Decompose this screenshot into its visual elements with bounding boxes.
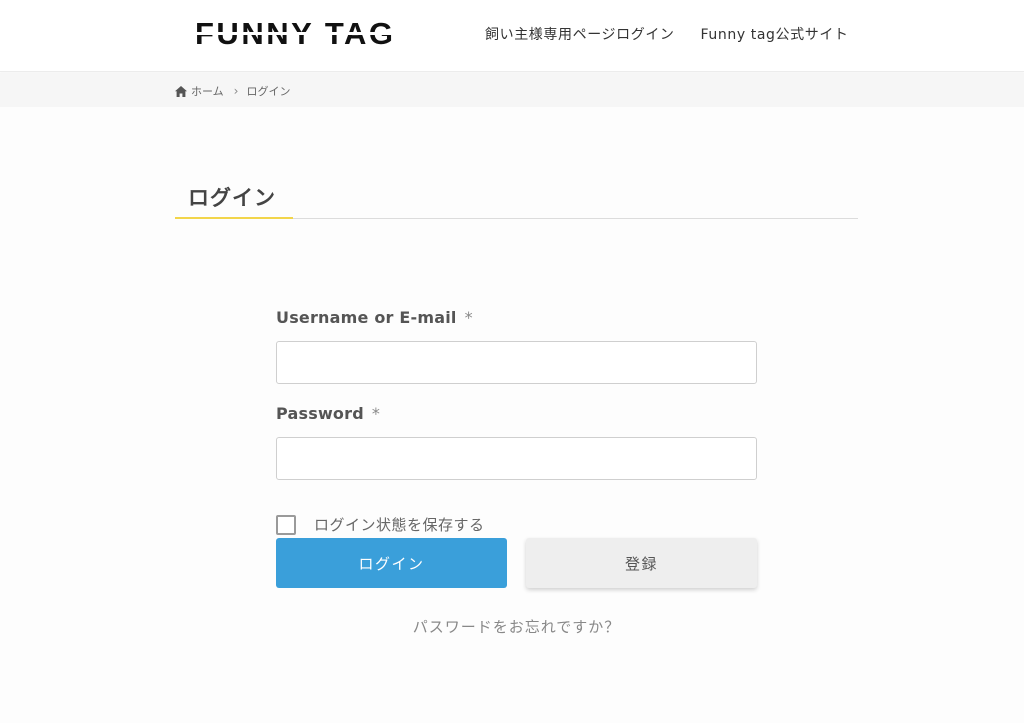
site-header: FUNNY TAG 飼い主様専用ページログイン Funny tag公式サイト [0,0,1024,72]
remember-me-checkbox[interactable] [276,514,296,535]
page-title-section: ログイン [175,178,858,219]
breadcrumb-current: ログイン [246,85,291,98]
breadcrumb-bar: ホーム › ログイン [0,73,1024,107]
password-label: Password * [276,404,380,423]
title-accent-underline [175,217,293,219]
register-button[interactable]: 登録 [526,538,757,588]
breadcrumb: ホーム › ログイン [175,83,290,99]
username-label: Username or E-mail * [276,308,473,327]
chevron-right-icon: › [233,84,239,98]
username-input[interactable] [276,341,757,384]
page-title: ログイン [188,186,276,210]
remember-me[interactable]: ログイン状態を保存する [276,514,485,535]
required-mark: * [371,404,381,423]
password-label-text: Password [276,404,364,423]
main-nav: 飼い主様専用ページログイン Funny tag公式サイト [485,24,849,44]
username-label-text: Username or E-mail [276,308,457,327]
nav-owner-login[interactable]: 飼い主様専用ページログイン [485,24,675,44]
remember-me-label: ログイン状態を保存する [314,516,485,534]
site-logo[interactable]: FUNNY TAG [195,16,396,51]
password-input[interactable] [276,437,757,480]
required-mark: * [464,308,473,327]
home-icon [175,85,187,97]
login-button[interactable]: ログイン [276,538,507,588]
breadcrumb-home[interactable]: ホーム [191,83,224,99]
logo-text: FUNNY TAG [195,16,396,51]
nav-official-site[interactable]: Funny tag公式サイト [701,24,849,44]
forgot-password-link[interactable]: パスワードをお忘れですか？ [276,616,757,637]
